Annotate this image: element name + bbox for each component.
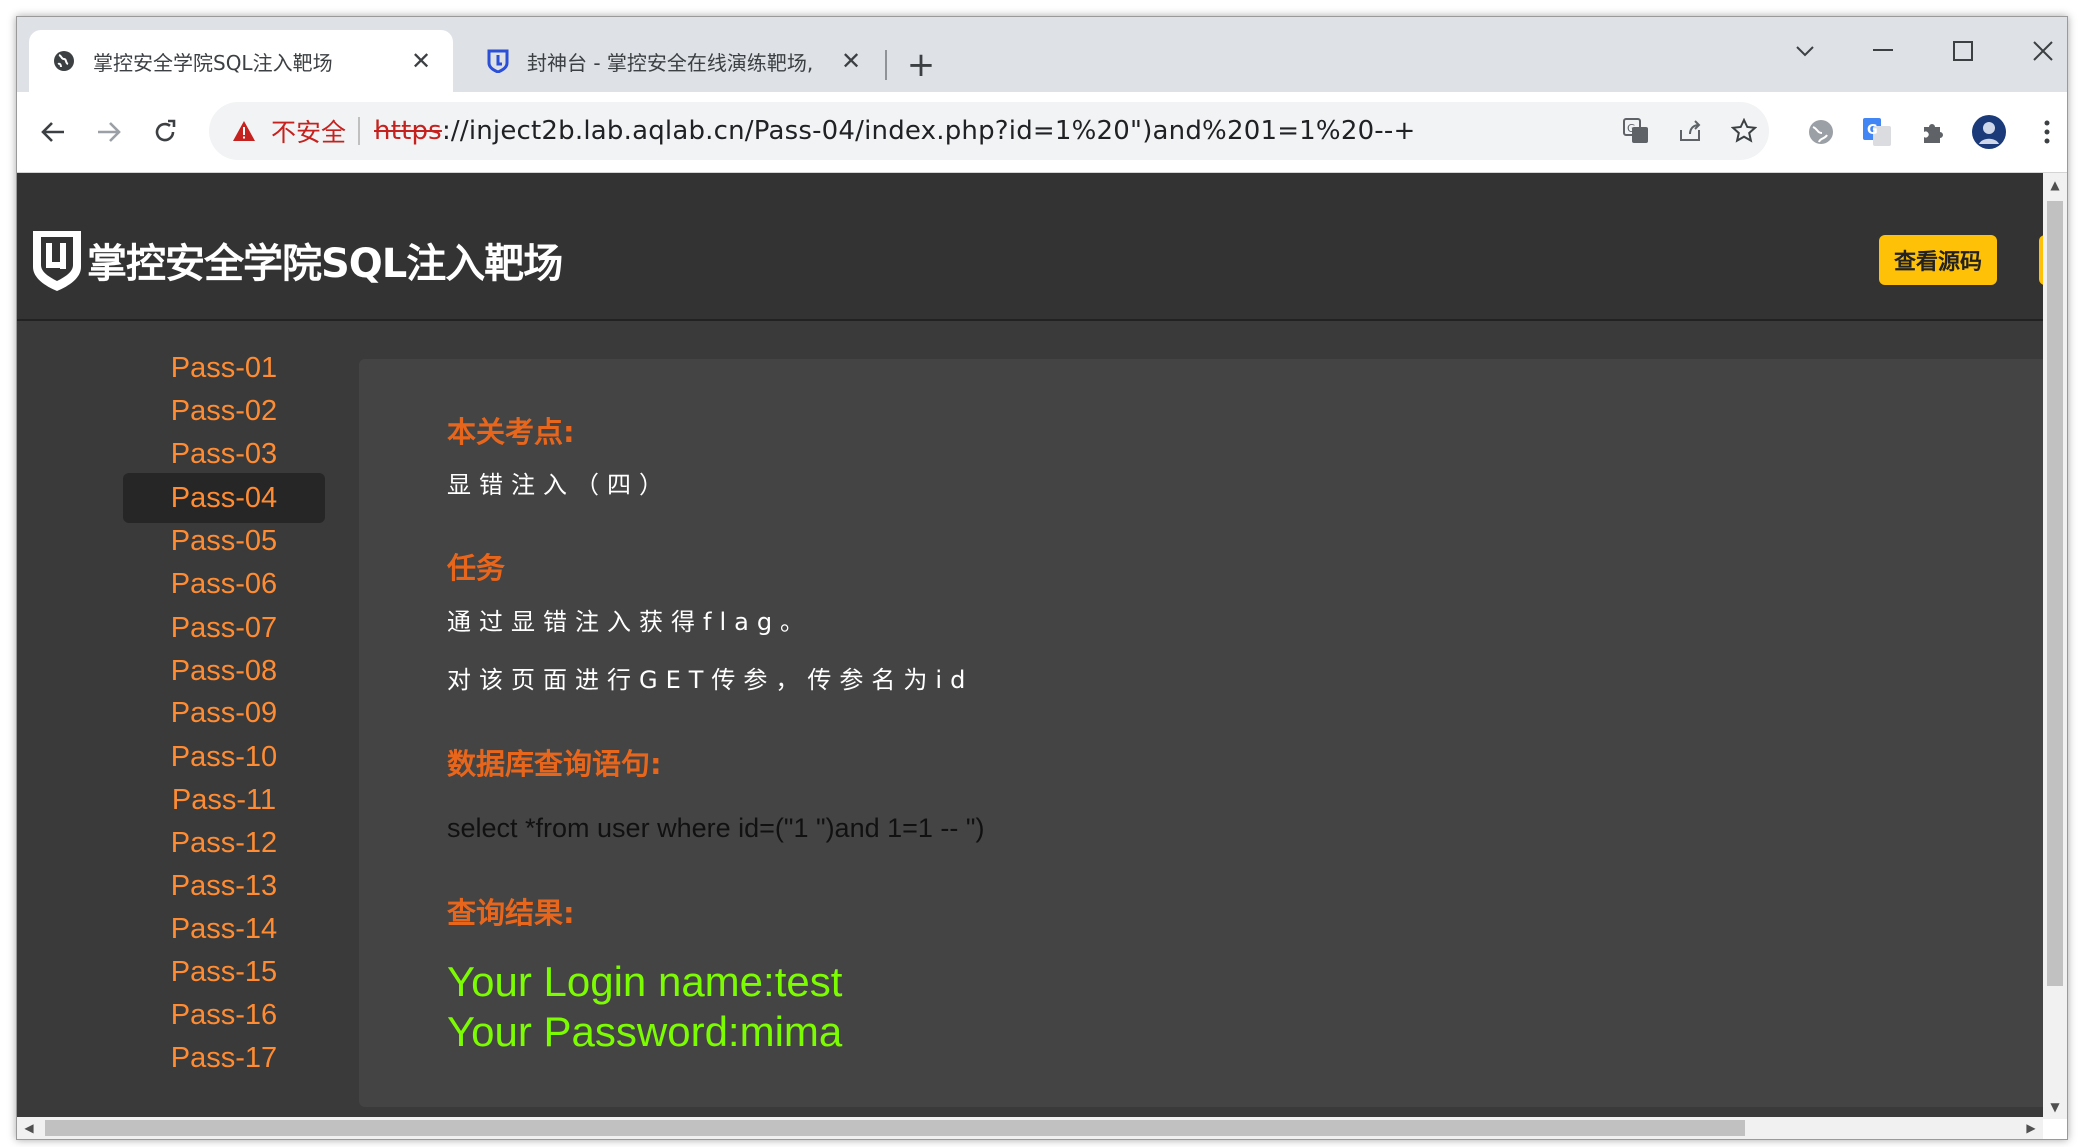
tab-title: 掌控安全学院SQL注入靶场 — [93, 50, 333, 75]
result-login-name: Your Login name:test — [447, 958, 843, 1005]
avatar[interactable] — [1971, 114, 2007, 150]
sql-query-text: select *from user where id=("1 ")and 1=1… — [447, 813, 985, 843]
warning-icon[interactable] — [231, 118, 257, 144]
horizontal-scroll-thumb[interactable] — [45, 1120, 1745, 1136]
tab-search-icon[interactable] — [1777, 31, 1833, 71]
nav-item-pass-09[interactable]: Pass-09 — [123, 688, 325, 738]
tab-sql-range[interactable]: 掌控安全学院SQL注入靶场 ✕ — [29, 30, 453, 92]
site-logo-icon — [33, 231, 81, 291]
extension-globe-icon[interactable] — [1803, 114, 1839, 150]
page-viewport: 掌控安全学院SQL注入靶场 查看源码 Pass-01 Pass-02 Pass-… — [17, 173, 2043, 1119]
site-header: 掌控安全学院SQL注入靶场 查看源码 — [17, 173, 2043, 321]
forward-icon[interactable] — [87, 110, 131, 154]
vertical-scrollbar[interactable]: ▲ ▼ — [2043, 173, 2067, 1119]
shield-icon — [485, 48, 511, 74]
content-panel: 本关考点: 显错注入（四） 任务 通过显错注入获得flag。 对该页面进行GET… — [359, 359, 2043, 1107]
close-tab-icon[interactable]: ✕ — [407, 47, 435, 75]
google-translate-icon[interactable]: G — [1859, 114, 1895, 150]
heading-db-query: 数据库查询语句: — [447, 747, 662, 781]
scroll-up-icon[interactable]: ▲ — [2043, 173, 2067, 197]
task-line-2: 对该页面进行GET传参，传参名为id — [447, 666, 974, 694]
nav-item-pass-06[interactable]: Pass-06 — [123, 559, 325, 609]
minimize-icon[interactable] — [1855, 31, 1911, 71]
bookmark-star-icon[interactable] — [1729, 116, 1759, 146]
nav-item-pass-03[interactable]: Pass-03 — [123, 429, 325, 479]
share-icon[interactable] — [1675, 116, 1705, 146]
svg-text:G: G — [1627, 122, 1636, 135]
translate-icon[interactable]: G — [1621, 116, 1651, 146]
close-tab-icon[interactable]: ✕ — [837, 47, 865, 75]
result-password: Your Password:mima — [447, 1008, 843, 1055]
horizontal-scrollbar[interactable]: ◀ ▶ — [17, 1117, 2043, 1139]
level-sidebar: Pass-01 Pass-02 Pass-03 Pass-04 Pass-05 … — [17, 321, 367, 1119]
globe-icon — [51, 48, 77, 74]
heading-test-points: 本关考点: — [447, 415, 575, 449]
not-secure-label[interactable]: 不安全 — [271, 113, 346, 149]
site-brand[interactable]: 掌控安全学院SQL注入靶场 — [29, 227, 563, 293]
back-icon[interactable] — [31, 110, 75, 154]
omnibox-divider — [358, 117, 361, 145]
tab-strip: 掌控安全学院SQL注入靶场 ✕ 封神台 - 掌控安全在线演练靶场, ✕ + — [17, 17, 2067, 92]
browser-menu-icon[interactable] — [2029, 114, 2065, 150]
view-source-button[interactable]: 查看源码 — [1879, 235, 1997, 285]
scroll-left-icon[interactable]: ◀ — [17, 1117, 41, 1139]
scroll-right-icon[interactable]: ▶ — [2019, 1117, 2043, 1139]
close-window-icon[interactable] — [2015, 31, 2067, 71]
browser-toolbar: 不安全 https://inject2b.lab.aqlab.cn/Pass-0… — [17, 92, 2067, 173]
url-scheme: https — [374, 116, 442, 146]
heading-task: 任务 — [447, 551, 506, 585]
maximize-icon[interactable] — [1935, 31, 1991, 71]
task-line-1: 通过显错注入获得flag。 — [447, 608, 813, 636]
svg-text:G: G — [1867, 123, 1878, 138]
url-text[interactable]: https://inject2b.lab.aqlab.cn/Pass-04/in… — [374, 116, 1415, 146]
site-title: 掌控安全学院SQL注入靶场 — [87, 241, 563, 287]
tab-fengshentai[interactable]: 封神台 - 掌控安全在线演练靶场, ✕ — [463, 30, 883, 92]
tab-title: 封神台 - 掌控安全在线演练靶场, — [527, 50, 814, 75]
browser-window: 掌控安全学院SQL注入靶场 ✕ 封神台 - 掌控安全在线演练靶场, ✕ + 不安… — [16, 16, 2068, 1140]
heading-query-result: 查询结果: — [447, 896, 575, 930]
vertical-scroll-thumb[interactable] — [2047, 201, 2063, 986]
address-bar[interactable]: 不安全 https://inject2b.lab.aqlab.cn/Pass-0… — [209, 102, 1769, 160]
nav-item-pass-17[interactable]: Pass-17 — [123, 1033, 325, 1083]
extensions-puzzle-icon[interactable] — [1915, 114, 1951, 150]
tab-divider — [885, 50, 887, 80]
reload-icon[interactable] — [143, 110, 187, 154]
scroll-down-icon[interactable]: ▼ — [2043, 1095, 2067, 1119]
url-path: ://inject2b.lab.aqlab.cn/Pass-04/index.p… — [441, 116, 1416, 146]
test-points-text: 显错注入（四） — [447, 471, 671, 499]
new-tab-button[interactable]: + — [899, 43, 943, 87]
